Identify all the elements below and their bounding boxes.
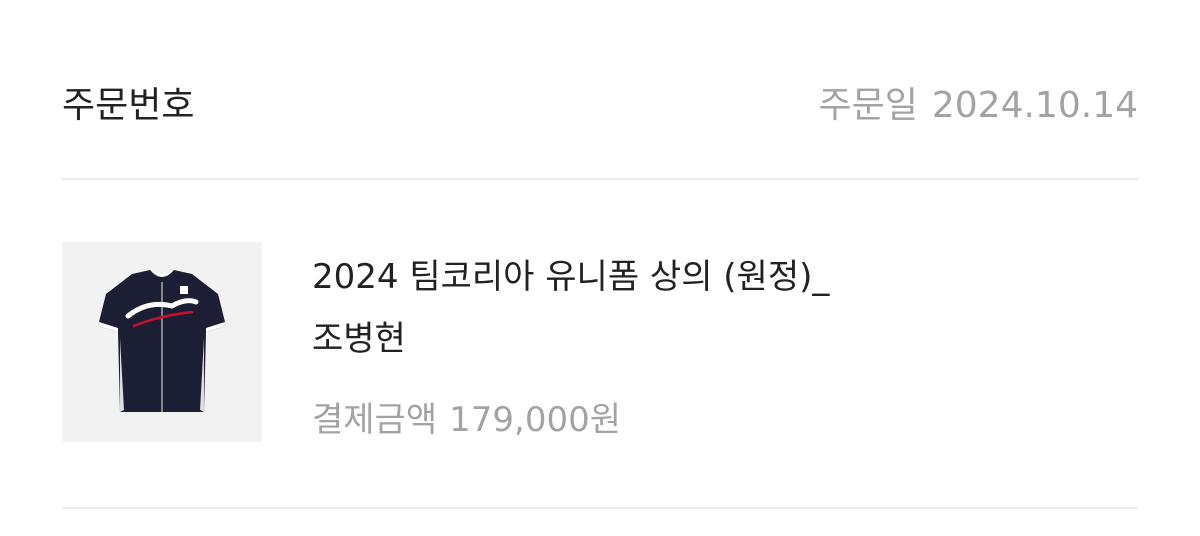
jersey-image (98, 270, 226, 412)
order-date-label: 주문일 (818, 85, 918, 126)
order-number-label: 주문번호 (62, 85, 195, 126)
payment-value: 179,000원 (449, 400, 622, 440)
product-title-line-1: 2024 팀코리아 유니폼 상의 (원정)_ (312, 257, 830, 297)
payment-label: 결제금액 (312, 400, 438, 440)
item-divider (62, 507, 1138, 509)
payment-amount: 결제금액 179,000원 (312, 392, 621, 441)
order-date-value: 2024.10.14 (931, 85, 1138, 126)
order-date: 주문일 2024.10.14 (819, 76, 1139, 128)
header-divider (62, 178, 1138, 180)
product-title-line-2: 조병현 (312, 319, 406, 359)
order-header: 주문번호 주문일 2024.10.14 (62, 72, 1138, 130)
product-thumbnail[interactable] (62, 242, 262, 442)
product-title[interactable]: 2024 팀코리아 유니폼 상의 (원정)_ 조병현 (312, 246, 1112, 370)
